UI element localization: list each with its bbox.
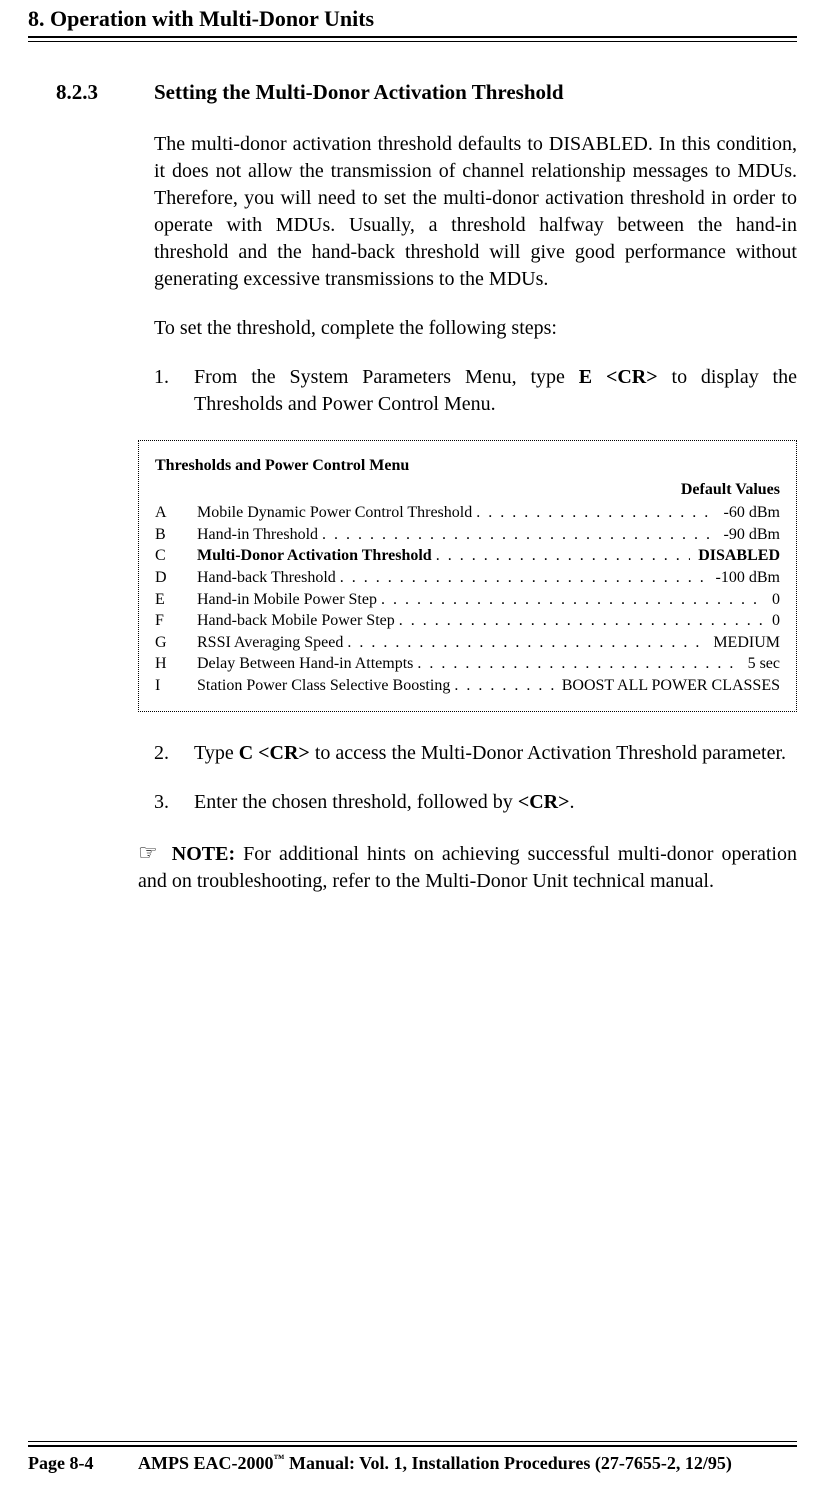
leader-dots <box>347 632 705 654</box>
menu-value: BOOST ALL POWER CLASSES <box>554 675 780 697</box>
menu-label: Delay Between Hand-in Attempts <box>197 653 417 675</box>
menu-label: Multi-Donor Activation Threshold <box>197 545 436 567</box>
text: Enter the chosen threshold, followed by <box>194 791 518 813</box>
menu-label: Hand-in Mobile Power Step <box>197 589 381 611</box>
text: Manual: Vol. 1, Installation Procedures … <box>285 1453 732 1473</box>
menu-key: C <box>155 545 197 567</box>
note-text: For additional hints on achieving succes… <box>138 843 797 892</box>
step-text: Enter the chosen threshold, followed by … <box>194 789 797 816</box>
leader-dots <box>454 675 553 697</box>
leader-dots <box>340 567 708 589</box>
step-number: 3. <box>154 789 194 816</box>
menu-value: 5 sec <box>740 653 780 675</box>
text: to access the Multi-Donor Activation Thr… <box>310 742 786 764</box>
menu-key: E <box>155 589 197 611</box>
menu-row: EHand-in Mobile Power Step 0 <box>155 589 780 611</box>
menu-row: CMulti-Donor Activation Threshold DISABL… <box>155 545 780 567</box>
menu-key: B <box>155 524 197 546</box>
leader-dots <box>417 653 739 675</box>
footer-manual-title: AMPS EAC-2000™ Manual: Vol. 1, Installat… <box>138 1453 732 1474</box>
trademark-icon: ™ <box>274 1453 285 1465</box>
menu-label: RSSI Averaging Speed <box>197 632 347 654</box>
menu-row: DHand-back Threshold -100 dBm <box>155 567 780 589</box>
menu-key: A <box>155 502 197 524</box>
menu-key: I <box>155 675 197 697</box>
text: Type <box>194 742 239 764</box>
menu-value: 0 <box>764 610 780 632</box>
note: ☞ NOTE: For additional hints on achievin… <box>138 838 797 895</box>
leader-dots <box>381 589 764 611</box>
note-label: NOTE: <box>172 843 235 865</box>
step-number: 2. <box>154 740 194 767</box>
paragraph: The multi-donor activation threshold def… <box>154 131 797 293</box>
menu-value: -90 dBm <box>716 524 780 546</box>
menu-value: MEDIUM <box>705 632 780 654</box>
menu-box: Thresholds and Power Control Menu Defaul… <box>138 440 797 712</box>
pointing-hand-icon: ☞ <box>138 840 158 865</box>
chapter-header: 8. Operation with Multi-Donor Units <box>28 0 797 36</box>
menu-key: G <box>155 632 197 654</box>
leader-dots <box>476 502 715 524</box>
menu-row: IStation Power Class Selective Boosting … <box>155 675 780 697</box>
menu-key: F <box>155 610 197 632</box>
menu-key: D <box>155 567 197 589</box>
paragraph: To set the threshold, complete the follo… <box>154 315 797 342</box>
menu-value: 0 <box>764 589 780 611</box>
menu-label: Hand-in Threshold <box>197 524 322 546</box>
menu-key: H <box>155 653 197 675</box>
menu-value: -60 dBm <box>716 502 780 524</box>
menu-default-header: Default Values <box>155 479 780 501</box>
section-number: 8.2.3 <box>56 80 154 105</box>
menu-label: Station Power Class Selective Boosting <box>197 675 454 697</box>
menu-label: Hand-back Mobile Power Step <box>197 610 399 632</box>
step-text: Type C <CR> to access the Multi-Donor Ac… <box>194 740 797 767</box>
menu-label: Mobile Dynamic Power Control Threshold <box>197 502 476 524</box>
footer-page-number: Page 8-4 <box>28 1453 138 1474</box>
command: <CR> <box>518 791 570 813</box>
menu-row: AMobile Dynamic Power Control Threshold … <box>155 502 780 524</box>
menu-row: BHand-in Threshold -90 dBm <box>155 524 780 546</box>
text: From the System Parameters Menu, type <box>194 366 579 388</box>
command: E <CR> <box>579 366 658 388</box>
step-number: 1. <box>154 364 194 418</box>
menu-row: FHand-back Mobile Power Step 0 <box>155 610 780 632</box>
section-title: Setting the Multi-Donor Activation Thres… <box>154 80 564 105</box>
menu-row: GRSSI Averaging Speed MEDIUM <box>155 632 780 654</box>
menu-value: -100 dBm <box>708 567 780 589</box>
leader-dots <box>399 610 764 632</box>
text: . <box>570 791 575 813</box>
menu-row: HDelay Between Hand-in Attempts 5 sec <box>155 653 780 675</box>
header-rule <box>28 36 797 42</box>
menu-label: Hand-back Threshold <box>197 567 340 589</box>
menu-rows: AMobile Dynamic Power Control Threshold … <box>155 502 780 696</box>
step-text: From the System Parameters Menu, type E … <box>194 364 797 418</box>
page-footer: Page 8-4 AMPS EAC-2000™ Manual: Vol. 1, … <box>28 1441 797 1474</box>
text: AMPS EAC-2000 <box>138 1453 274 1473</box>
footer-rule <box>28 1441 797 1447</box>
leader-dots <box>322 524 716 546</box>
command: C <CR> <box>239 742 310 764</box>
leader-dots <box>436 545 690 567</box>
menu-title: Thresholds and Power Control Menu <box>155 455 780 477</box>
menu-value: DISABLED <box>690 545 780 567</box>
